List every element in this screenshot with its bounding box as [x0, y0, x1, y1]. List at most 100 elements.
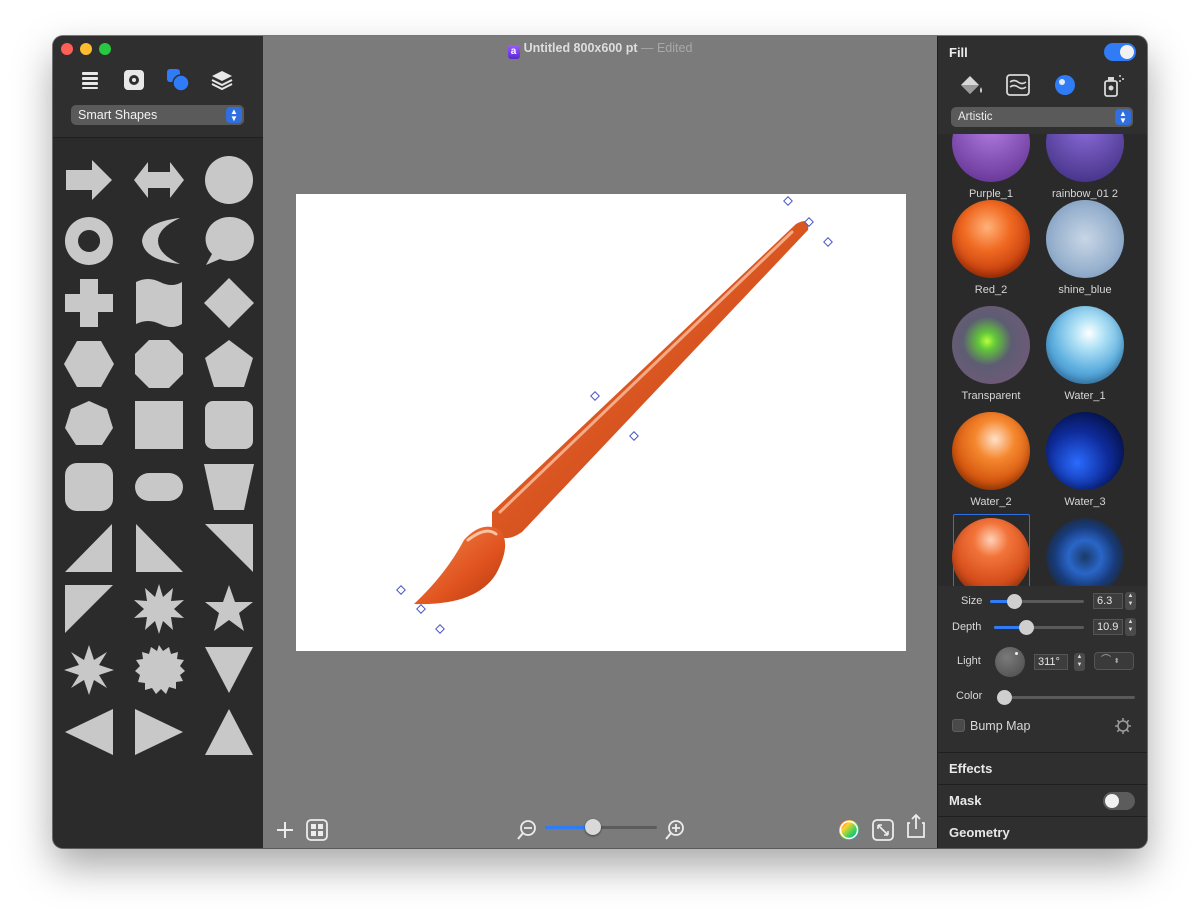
spray-icon[interactable] — [1098, 72, 1128, 98]
geometry-section[interactable]: Geometry — [938, 816, 1147, 848]
close-window-button[interactable] — [61, 43, 73, 55]
depth-slider-knob[interactable] — [1019, 620, 1035, 635]
light-direction-dial[interactable] — [995, 647, 1025, 677]
selection-handle[interactable] — [396, 585, 406, 595]
shape-octagon[interactable] — [132, 337, 186, 391]
fill-toggle[interactable] — [1104, 43, 1136, 61]
list-icon[interactable] — [76, 66, 104, 94]
material-item-transparent[interactable]: Transparent — [951, 306, 1031, 402]
depth-value-field[interactable]: 10.9 — [1093, 619, 1123, 635]
selection-handle[interactable] — [590, 391, 600, 401]
fit-to-window-icon[interactable] — [871, 818, 895, 842]
bump-settings-icon[interactable] — [1114, 717, 1132, 740]
material-swatch — [1046, 306, 1124, 384]
size-slider-knob[interactable] — [1006, 594, 1022, 609]
zoom-slider[interactable] — [545, 819, 657, 835]
shape-triangle-down[interactable] — [202, 643, 256, 697]
depth-slider[interactable] — [994, 620, 1084, 635]
grid-view-icon[interactable] — [305, 818, 329, 842]
shape-pentagon[interactable] — [202, 337, 256, 391]
minimize-window-button[interactable] — [80, 43, 92, 55]
shape-starburst[interactable] — [132, 582, 186, 636]
shape-speech-bubble[interactable] — [202, 214, 256, 268]
shape-rounded-rect[interactable] — [62, 460, 116, 514]
selection-handle[interactable] — [416, 604, 426, 614]
mask-toggle[interactable] — [1103, 792, 1135, 810]
paintbrush-drawing[interactable] — [296, 194, 906, 651]
shape-pill[interactable] — [132, 460, 186, 514]
add-icon[interactable] — [273, 818, 297, 842]
shape-diamond[interactable] — [202, 276, 256, 330]
shape-circle[interactable] — [202, 153, 256, 207]
material-item-shine-blue[interactable]: shine_blue — [1045, 200, 1125, 296]
size-stepper[interactable]: ▲ ▼ — [1125, 592, 1136, 610]
shape-rounded-square[interactable] — [202, 398, 256, 452]
zoom-window-button[interactable] — [99, 43, 111, 55]
shape-crescent[interactable] — [132, 214, 186, 268]
shape-arrow-left-right[interactable] — [132, 153, 186, 207]
shape-star-8[interactable] — [62, 643, 116, 697]
selection-handle[interactable] — [629, 431, 639, 441]
zoom-out-icon[interactable] — [515, 818, 539, 842]
texture-icon[interactable] — [1003, 72, 1033, 98]
shape-heptagon[interactable] — [62, 398, 116, 452]
gear-icon[interactable] — [120, 66, 148, 94]
shape-triangle-left[interactable] — [62, 705, 116, 759]
shape-cross[interactable] — [62, 276, 116, 330]
shape-square[interactable] — [132, 398, 186, 452]
shape-right-triangle-right[interactable] — [132, 521, 186, 575]
mask-section[interactable]: Mask — [938, 784, 1147, 816]
light-angle-field[interactable]: 311° — [1034, 654, 1068, 670]
material-item[interactable]: rainbow_01 2 — [1045, 134, 1125, 200]
effects-section[interactable]: Effects — [938, 752, 1147, 784]
material-category-select[interactable]: Artistic ▲ ▼ — [951, 107, 1133, 127]
material-swatch — [1046, 134, 1124, 182]
star-8-icon — [64, 645, 114, 696]
color-slider[interactable] — [996, 690, 1135, 705]
shape-triangle-right[interactable] — [132, 705, 186, 759]
shape-triangle-up[interactable] — [202, 705, 256, 759]
shape-right-triangle-flipped[interactable] — [202, 521, 256, 575]
material-sphere-icon[interactable] — [1050, 72, 1080, 98]
shape-star[interactable] — [202, 582, 256, 636]
material-item-water-2[interactable]: Water_2 — [951, 412, 1031, 508]
zoom-slider-knob[interactable] — [585, 819, 602, 835]
share-icon[interactable] — [904, 813, 928, 838]
selection-handle[interactable] — [435, 624, 445, 634]
shape-ring[interactable] — [62, 214, 116, 268]
shapes-icon[interactable] — [164, 66, 192, 94]
color-wheel-icon[interactable] — [837, 818, 861, 842]
shape-seal[interactable] — [132, 643, 186, 697]
material-item-water-1[interactable]: Water_1 — [1045, 306, 1125, 402]
shape-corner-triangle[interactable] — [62, 582, 116, 636]
material-label: Water_2 — [970, 496, 1012, 508]
size-value-field[interactable]: 6.3 — [1093, 593, 1123, 609]
material-item-red-2[interactable]: Red_2 — [951, 200, 1031, 296]
shape-library-select[interactable]: Smart Shapes ▲ ▼ — [71, 105, 244, 125]
toggle-knob — [1120, 45, 1134, 59]
document-canvas[interactable] — [296, 194, 906, 651]
zoom-in-icon[interactable] — [663, 818, 687, 842]
material-item-water-3[interactable]: Water_3 — [1045, 412, 1125, 508]
shape-hexagon[interactable] — [62, 337, 116, 391]
material-item-window[interactable]: Window — [951, 518, 1031, 586]
shape-arrow-right[interactable] — [62, 153, 116, 207]
selection-handle[interactable] — [823, 237, 833, 247]
layers-icon[interactable] — [208, 66, 236, 94]
bump-map-checkbox[interactable] — [952, 719, 965, 732]
arrow-right-icon — [66, 160, 112, 200]
hexagon-icon — [64, 340, 114, 387]
depth-stepper[interactable]: ▲ ▼ — [1125, 618, 1136, 636]
light-curve-select[interactable]: ⌒ ⬍ — [1094, 652, 1134, 670]
size-slider[interactable] — [990, 594, 1084, 609]
material-label: Red_2 — [974, 284, 1008, 296]
shape-right-triangle-left[interactable] — [62, 521, 116, 575]
light-stepper[interactable]: ▲ ▼ — [1074, 653, 1085, 671]
material-item[interactable]: Purple_1 — [951, 134, 1031, 200]
selection-handle[interactable] — [783, 196, 793, 206]
material-item-x-ray[interactable]: X-ray — [1045, 518, 1125, 586]
shape-trapezoid[interactable] — [202, 460, 256, 514]
shape-wave-flag[interactable] — [132, 276, 186, 330]
color-slider-knob[interactable] — [996, 690, 1012, 705]
paint-bucket-icon[interactable] — [956, 72, 986, 98]
